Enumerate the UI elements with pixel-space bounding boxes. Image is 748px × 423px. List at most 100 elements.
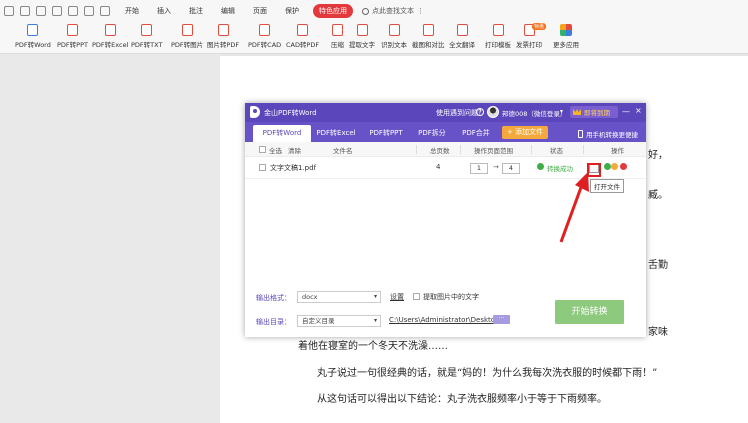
phone-icon: [578, 130, 583, 138]
output-format-label: 输出格式：: [256, 293, 291, 303]
menu-protect[interactable]: 保护: [285, 6, 299, 16]
tool-pdf-to-image[interactable]: PDF转图片: [171, 24, 203, 49]
doc-paragraph: 着他在寝室的一个冬天不洗澡……: [298, 337, 448, 352]
mobile-link-label: 用手机转换更便捷: [586, 129, 638, 139]
tool-compress[interactable]: 压缩: [331, 24, 344, 49]
tool-pdf-to-ppt[interactable]: PDF转PPT: [57, 24, 88, 49]
menu-edit[interactable]: 编辑: [221, 6, 235, 16]
find-icon[interactable]: [68, 6, 78, 16]
pdf-to-word-icon: [27, 24, 38, 36]
cad-to-pdf-icon: [297, 24, 308, 36]
output-dir-select[interactable]: 自定义目录▾: [297, 315, 381, 327]
search-box[interactable]: 点此查找文本 ⋮: [362, 6, 424, 16]
vip-badge[interactable]: 即将到期: [570, 106, 618, 118]
doc-fragment: 好，: [648, 146, 668, 161]
tool-translate[interactable]: 全文翻译: [449, 24, 475, 49]
user-name[interactable]: 邦德008（微信登录）: [502, 108, 566, 118]
tool-pdf-to-txt[interactable]: PDF转TXT: [131, 24, 162, 49]
start-convert-button[interactable]: 开始转换: [555, 300, 624, 324]
page-from-input[interactable]: 1: [470, 163, 488, 174]
tab-pdf-split[interactable]: PDF拆分: [411, 125, 453, 142]
user-menu-chevron-icon[interactable]: ▾: [560, 108, 563, 115]
translate-icon: [457, 24, 468, 36]
doc-fragment: 舌勤: [648, 256, 668, 271]
preview-icon[interactable]: [604, 163, 611, 170]
close-icon[interactable]: ×: [635, 106, 642, 115]
tool-label: 打印模板: [485, 39, 511, 49]
redo-icon[interactable]: [100, 6, 110, 16]
output-path[interactable]: C:\Users\Administrator\Desktop\: [389, 316, 502, 324]
tool-pdf-to-cad[interactable]: PDF转CAD: [248, 24, 281, 49]
column-divider: [416, 145, 417, 154]
extract-image-text-label[interactable]: 提取图片中的文字: [423, 292, 479, 302]
menu-page[interactable]: 页面: [253, 6, 267, 16]
compress-icon: [332, 24, 343, 36]
menu-start[interactable]: 开始: [125, 6, 139, 16]
tool-more-apps[interactable]: 更多应用: [553, 24, 579, 49]
more-options-icon[interactable]: ⋮: [417, 7, 424, 15]
page-to-input[interactable]: 4: [502, 163, 520, 174]
extract-image-text-checkbox[interactable]: [413, 293, 420, 300]
minimize-icon[interactable]: —: [622, 107, 630, 116]
tool-pdf-to-excel[interactable]: PDF转Excel: [92, 24, 128, 49]
avatar[interactable]: [487, 106, 499, 118]
tool-pdf-to-word[interactable]: PDF转Word: [15, 24, 51, 49]
image-to-pdf-icon: [218, 24, 229, 36]
print-icon[interactable]: [52, 6, 62, 16]
menu-insert[interactable]: 插入: [157, 6, 171, 16]
clear-link[interactable]: 清除: [288, 145, 301, 155]
settings-link[interactable]: 设置: [390, 292, 404, 302]
tab-pdf-to-ppt[interactable]: PDF转PPT: [361, 125, 411, 142]
range-arrow-icon: →: [493, 163, 499, 171]
file-table-header: 全选 清除 文件名 总页数 操作页面范围 状态 操作: [245, 142, 646, 157]
search-icon: [362, 8, 369, 15]
menu-icon[interactable]: [4, 6, 14, 16]
tab-pdf-to-word[interactable]: PDF转Word: [253, 125, 311, 142]
print-template-icon: [493, 24, 504, 36]
column-operations: 操作: [611, 145, 624, 155]
mobile-convert-link[interactable]: 用手机转换更便捷: [578, 129, 638, 139]
save-icon[interactable]: [36, 6, 46, 16]
help-icon[interactable]: ?: [476, 108, 484, 116]
output-dir-label: 输出目录：: [256, 317, 291, 327]
output-format-select[interactable]: docx▾: [297, 291, 381, 303]
select-all-checkbox[interactable]: [259, 146, 266, 153]
pdf-to-cad-icon: [259, 24, 270, 36]
tool-extract-text[interactable]: 提取文字: [349, 24, 375, 49]
tool-image-to-pdf[interactable]: 图片转PDF: [207, 24, 239, 49]
tool-label: PDF转PPT: [57, 39, 88, 49]
chevron-down-icon: ▾: [374, 316, 377, 326]
tool-invoice-print[interactable]: 特惠发票打印: [516, 24, 542, 49]
tool-label: 提取文字: [349, 39, 375, 49]
row-checkbox[interactable]: [259, 164, 266, 171]
tab-pdf-merge[interactable]: PDF合并: [453, 125, 499, 142]
menu-special-apps[interactable]: 特色应用: [313, 4, 353, 18]
dialog-titlebar: 金山PDF转Word 使用遇到问题？ ? 邦德008（微信登录） ▾ 即将到期 …: [245, 103, 646, 122]
tool-cad-to-pdf[interactable]: CAD转PDF: [286, 24, 319, 49]
menu-comment[interactable]: 批注: [189, 6, 203, 16]
select-all-label[interactable]: 全选: [269, 145, 282, 155]
tool-print-template[interactable]: 打印模板: [485, 24, 511, 49]
column-divider: [460, 145, 461, 154]
add-file-button[interactable]: + 添加文件: [502, 126, 548, 139]
tool-recognize-text[interactable]: 识别文本: [381, 24, 407, 49]
delete-icon[interactable]: [620, 163, 627, 170]
tool-screenshot-compare[interactable]: 截图和对比: [412, 24, 445, 49]
extract-text-icon: [357, 24, 368, 36]
tool-label: 截图和对比: [412, 39, 445, 49]
share-icon[interactable]: [611, 163, 618, 170]
file-page-count: 4: [436, 163, 440, 171]
pdf-to-ppt-icon: [67, 24, 78, 36]
tool-label: 发票打印: [516, 39, 542, 49]
browse-button[interactable]: ···: [493, 315, 510, 324]
tool-label: CAD转PDF: [286, 39, 319, 49]
ribbon: PDF转Word PDF转PPT PDF转Excel PDF转TXT PDF转图…: [0, 22, 748, 54]
column-total-pages: 总页数: [430, 145, 450, 155]
column-page-range: 操作页面范围: [474, 145, 513, 155]
open-file-icon[interactable]: [20, 6, 30, 16]
tab-pdf-to-excel[interactable]: PDF转Excel: [311, 125, 361, 142]
menubar: 开始 插入 批注 编辑 页面 保护 特色应用 点此查找文本 ⋮: [0, 0, 748, 22]
doc-paragraph: 丸子说过一句很经典的话，就是“妈的！为什么我每次洗衣服的时候都下雨！”: [317, 364, 657, 379]
undo-icon[interactable]: [84, 6, 94, 16]
column-divider: [531, 145, 532, 154]
